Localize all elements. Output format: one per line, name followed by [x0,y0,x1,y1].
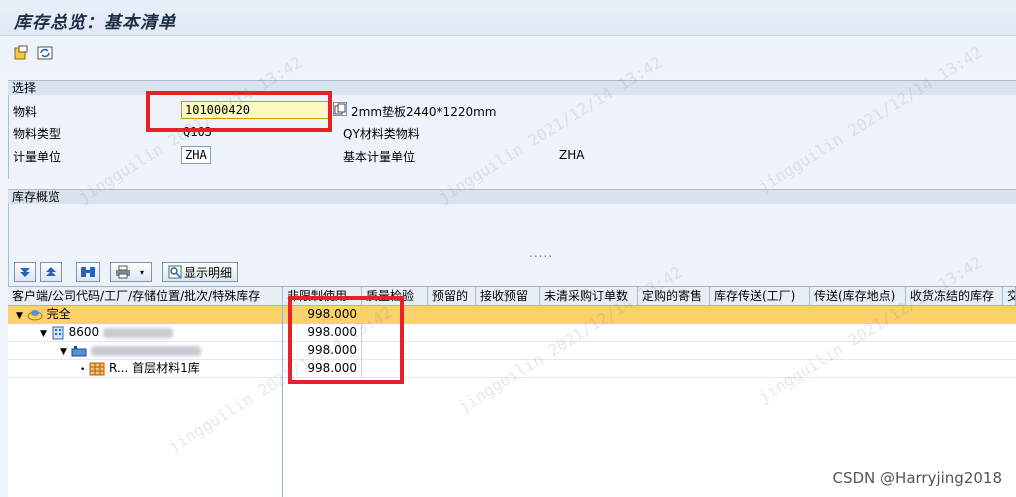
show-detail-button[interactable]: 显示明细 [162,262,238,282]
splitter-handle[interactable]: ..... [529,246,553,260]
expanded-triangle-icon[interactable]: ▼ [40,329,47,339]
column-header[interactable]: 未清采购订单数 [540,287,638,306]
base-uom-label: 基本计量单位 [343,150,416,164]
table-row[interactable]: • R... 首层材料1库 998.000 [8,360,1016,378]
overview-section-title: 库存概览 [8,189,1016,204]
storage-location-icon [89,362,105,375]
company-icon [52,326,64,339]
material-highlight-box [146,91,332,132]
values-highlight-box [288,296,404,384]
dropdown-arrow-icon: ▾ [140,267,145,277]
print-menu-button[interactable]: ▾ [110,262,152,282]
refresh-icon[interactable] [36,44,54,62]
column-header[interactable]: 接收预留 [476,287,540,306]
column-header[interactable]: 库存传送(工厂) [710,287,810,306]
column-header[interactable]: 收货冻结的库存 [906,287,1003,306]
redacted-text [90,345,201,356]
expanded-triangle-icon[interactable]: ▼ [16,311,23,321]
grid-divider [282,306,283,497]
column-header[interactable]: 客户端/公司代码/工厂/存储位置/批次/特殊库存 [8,287,283,306]
collapse-all-button[interactable] [40,262,62,282]
find-icon[interactable] [76,262,100,282]
alv-toolbar [8,260,1016,286]
column-header[interactable]: 预留的 [428,287,476,306]
copy-icon[interactable] [333,102,347,116]
material-description: 2mm垫板2440*1220mm [351,105,497,119]
column-header[interactable]: 交 [1003,287,1016,306]
select-layout-icon[interactable] [12,44,30,62]
credit-text: CSDN @Harryjing2018 [832,469,1003,487]
table-row[interactable]: ▼ 998.000 [8,342,1016,360]
material-type-label: 物料类型 [13,127,62,141]
grid-header: 客户端/公司代码/工厂/存储位置/批次/特殊库存 非限制使用 质量检验 预留的 … [8,286,1016,306]
detail-icon [168,265,182,279]
uom-field: ZHA [181,146,211,164]
material-label: 物料 [13,105,38,119]
title-bar: 库存总览：基本清单 [0,0,1016,36]
application-toolbar [0,36,1016,68]
base-uom-value: ZHA [559,148,585,162]
table-row[interactable]: ▼ 完全 998.000 [8,306,1016,324]
uom-label: 计量单位 [13,150,62,164]
page-title: 库存总览：基本清单 [14,13,176,33]
leaf-bullet-icon: • [80,365,86,375]
redacted-text [102,327,173,338]
material-type-description: QY材料类物料 [343,127,420,141]
overview-panel: ..... [8,204,1016,260]
column-header[interactable]: 传送(库存地点) [810,287,906,306]
printer-icon [116,265,130,279]
plant-icon [71,345,87,356]
client-icon [27,309,43,320]
column-header[interactable]: 定购的寄售 [638,287,710,306]
expanded-triangle-icon[interactable]: ▼ [60,347,67,357]
expand-all-button[interactable] [14,262,36,282]
table-row[interactable]: ▼ 8600 998.000 [8,324,1016,342]
